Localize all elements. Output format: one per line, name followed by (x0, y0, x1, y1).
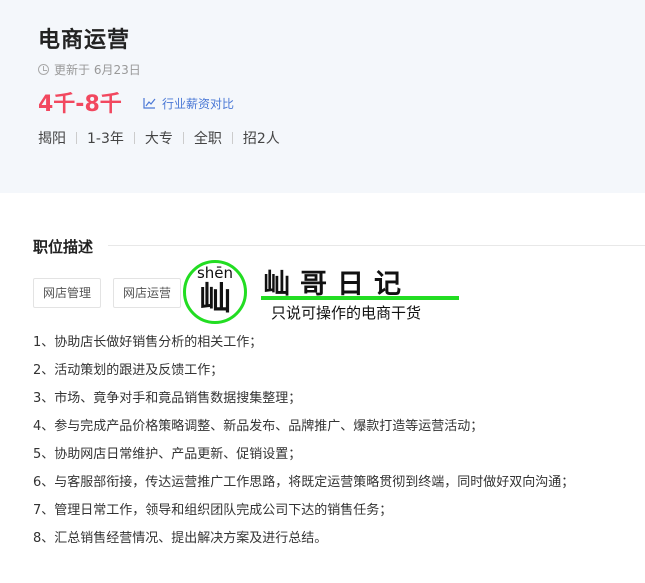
duty-item: 2、活动策划的跟进及反馈工作； (33, 363, 224, 378)
salary: 4千-8千 (38, 92, 122, 117)
logo-underline (261, 296, 459, 300)
section-divider (108, 245, 645, 246)
duty-item: 7、管理日常工作，领导和组织团队完成公司下达的销售任务； (33, 503, 393, 518)
duty-item: 5、协助网店日常维护、产品更新、促销设置； (33, 447, 302, 462)
section-title: 职位描述 (33, 238, 94, 256)
job-title: 电商运营 (38, 28, 131, 53)
job-tags: 揭阳 1-3年 大专 全职 招2人 (38, 128, 280, 148)
watermark-logo: shēn 屾 屾哥日记 只说可操作的电商干货 (183, 260, 459, 328)
tag-location: 揭阳 (38, 131, 66, 147)
duty-item: 8、汇总销售经营情况、提出解决方案及进行总结。 (33, 531, 328, 546)
job-header: 电商运营 更新于 6月23日 4千-8千 行业薪资对比 揭阳 1-3年 大专 全… (0, 0, 645, 193)
tag-education: 大专 (144, 131, 173, 147)
duty-item: 6、与客服部衔接，传达运营推广工作思路，将既定运营策略贯彻到终端，同时做好双向沟… (33, 475, 575, 490)
divider (182, 132, 184, 144)
duty-list: 1、协助店长做好销售分析的相关工作； 2、活动策划的跟进及反馈工作； 3、市场、… (33, 333, 574, 557)
salary-compare-link[interactable]: 行业薪资对比 (143, 95, 234, 112)
divider (231, 132, 233, 144)
logo-slogan: 只说可操作的电商干货 (271, 304, 422, 322)
duty-item: 1、协助店长做好销售分析的相关工作； (33, 335, 263, 350)
divider (133, 132, 135, 144)
update-time: 更新于 6月23日 (38, 61, 141, 78)
duty-item: 3、市场、竟争对手和竟品销售数据搜集整理； (33, 391, 302, 406)
skill-tag: 网店管理 (33, 278, 102, 308)
logo-glyph: 屾 (198, 279, 231, 317)
skill-tag: 网店运营 (113, 278, 182, 308)
duty-item: 4、参与完成产品价格策略调整、新品发布、品牌推广、爆款打造等运营活动； (33, 419, 484, 434)
update-time-text: 更新于 6月23日 (54, 63, 141, 77)
chart-icon (143, 98, 156, 109)
divider (76, 132, 77, 144)
clock-icon (38, 64, 49, 75)
tag-headcount: 招2人 (242, 131, 280, 147)
tag-experience: 1-3年 (87, 131, 124, 147)
salary-compare-label: 行业薪资对比 (162, 97, 235, 111)
tag-job-type: 全职 (193, 131, 222, 147)
